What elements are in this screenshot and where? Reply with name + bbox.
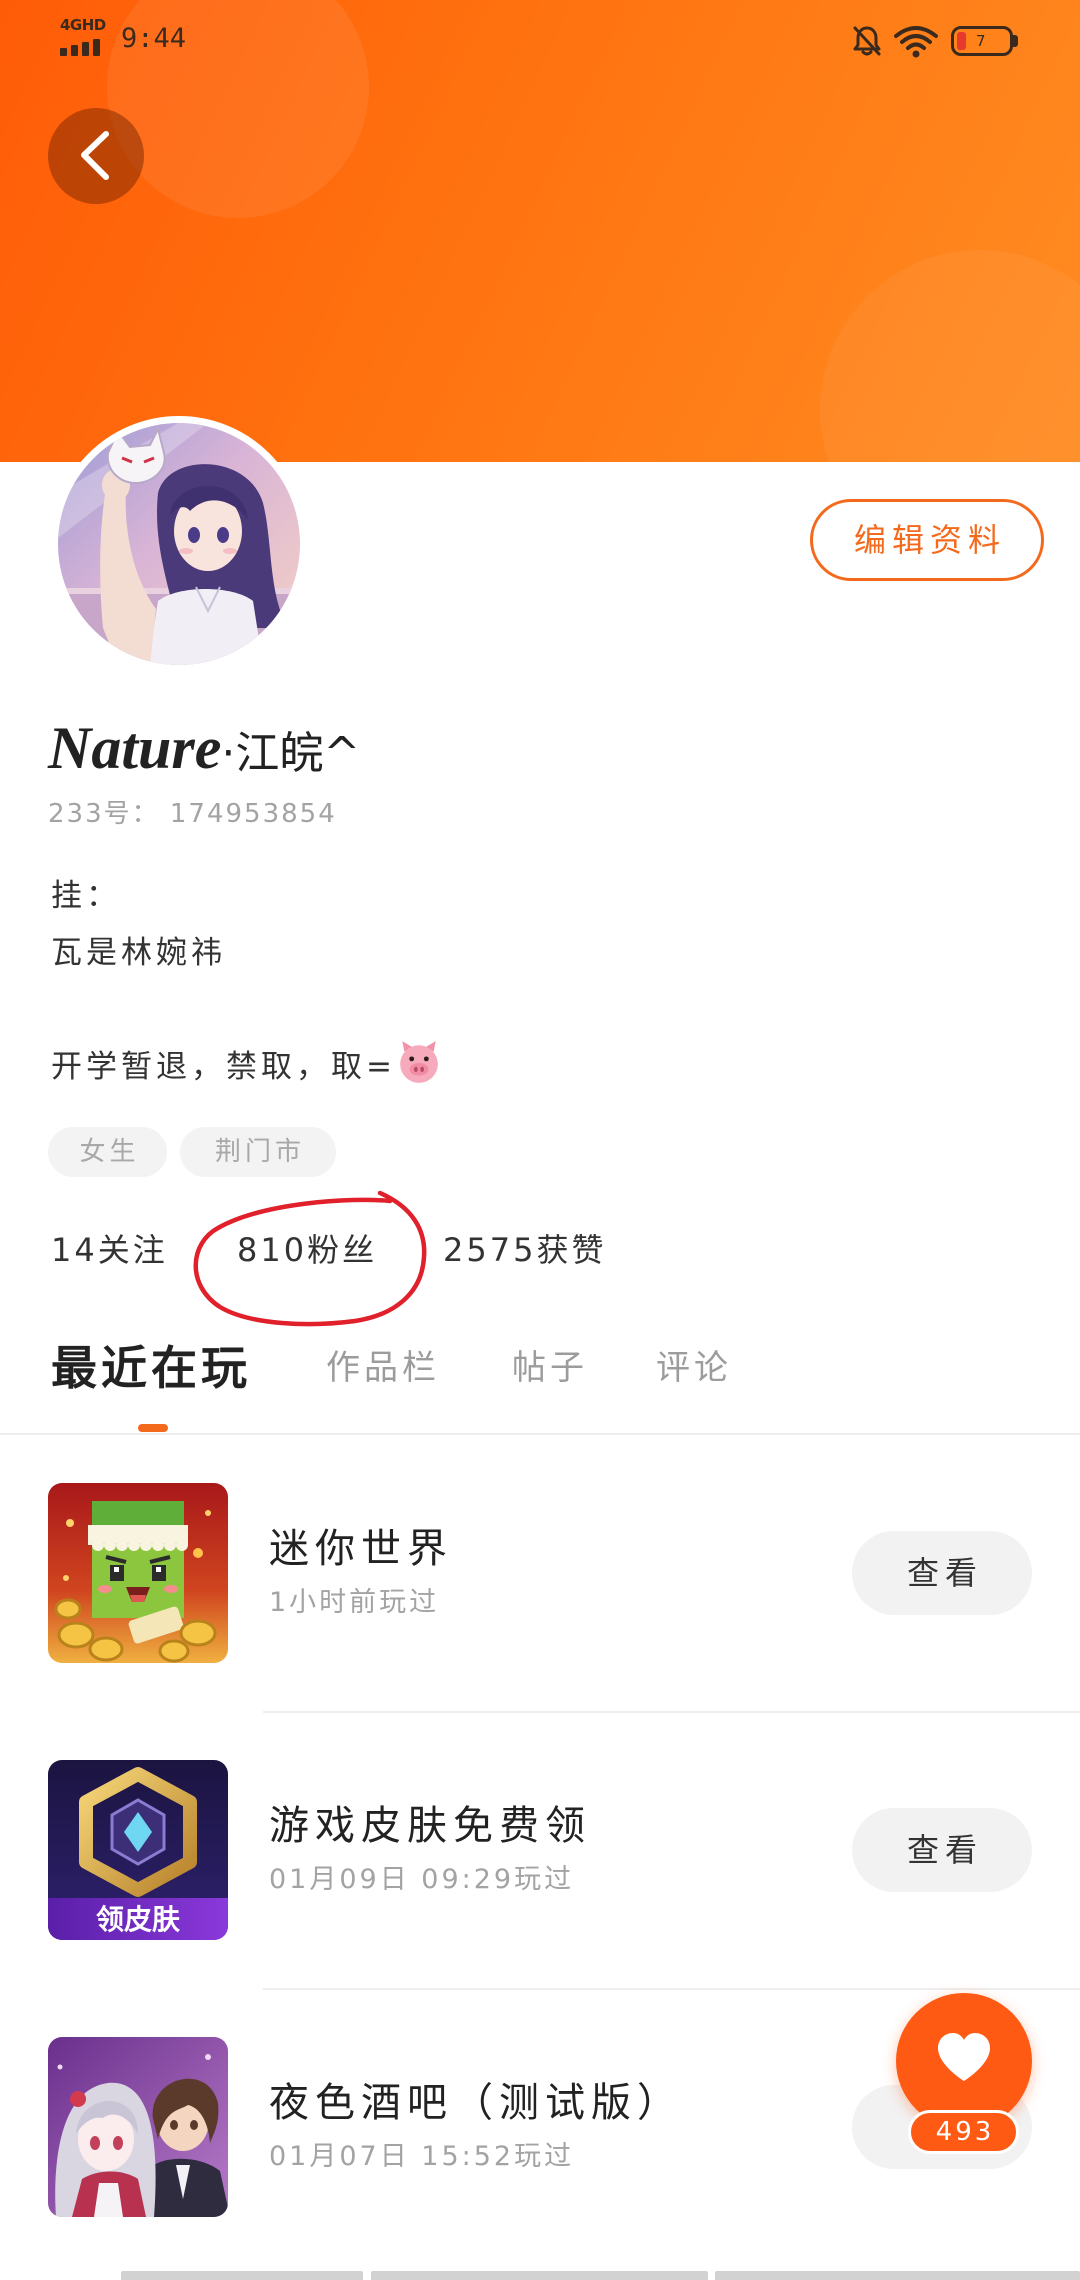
stat-count: 2575 — [443, 1231, 537, 1269]
tab-comments[interactable]: 评论 — [656, 1346, 732, 1390]
stat-following[interactable]: 14关注 — [51, 1228, 168, 1272]
profile-name-latin: Nature — [48, 715, 222, 781]
mini-world-game-icon — [48, 1483, 228, 1663]
game-played-time: 01月09日 09:29玩过 — [269, 1864, 575, 1895]
game-title: 迷你世界 — [269, 1526, 453, 1572]
battery-level-text: 7 — [976, 32, 986, 50]
night-bar-game-icon — [48, 2037, 228, 2217]
profile-bio: 挂： 瓦是林婉祎 开学暂退，禁取，取= — [51, 868, 951, 1096]
chevron-left-icon — [81, 131, 109, 180]
heart-icon — [938, 2033, 990, 2081]
battery-icon: 7 — [951, 26, 1013, 56]
active-tab-indicator — [138, 1424, 168, 1432]
stat-count: 14 — [51, 1231, 98, 1269]
red-hand-drawn-circle-annotation — [193, 1190, 427, 1327]
bio-line: 瓦是林婉祎 — [51, 935, 226, 971]
battery-nub — [1013, 35, 1018, 47]
back-button[interactable] — [48, 108, 144, 204]
view-button[interactable]: 查看 — [852, 1808, 1032, 1892]
bio-line-text: 开学暂退，禁取，取= — [51, 1049, 396, 1085]
tab-recent-played[interactable]: 最近在玩 — [51, 1340, 251, 1396]
bottom-bar-segment — [715, 2271, 1080, 2280]
floating-like-button[interactable] — [896, 1993, 1032, 2129]
game-list-item[interactable]: 领皮肤 游戏皮肤免费领 01月09日 09:29玩过 查看 — [0, 1713, 1080, 1990]
stat-label: 关注 — [97, 1231, 168, 1269]
tab-works[interactable]: 作品栏 — [326, 1346, 440, 1390]
game-icon-text: 领皮肤 — [96, 1903, 181, 1936]
tab-posts[interactable]: 帖子 — [512, 1346, 588, 1390]
game-title: 游戏皮肤免费领 — [269, 1803, 591, 1849]
bio-line-with-emoji: 开学暂退，禁取，取= — [51, 1039, 951, 1096]
user-id: 233号： 174953854 — [48, 799, 337, 829]
status-time: 9:44 — [121, 23, 187, 54]
tag-gender: 女生 — [48, 1127, 167, 1177]
tabs-divider — [0, 1433, 1080, 1435]
profile-name: Nature·江皖^ — [48, 712, 360, 784]
anime-girl-avatar — [58, 423, 300, 665]
pig-face-emoji-icon — [400, 1041, 438, 1083]
bottom-bar-segment — [121, 2271, 363, 2280]
stat-likes[interactable]: 2575获赞 — [443, 1228, 606, 1272]
tag-location: 荆门市 — [180, 1127, 336, 1177]
free-skin-game-icon: 领皮肤 — [48, 1760, 228, 1940]
bio-line: 挂： — [51, 878, 121, 914]
wifi-icon — [894, 26, 938, 58]
profile-header-banner: 4GHD 9:44 7 — [0, 0, 1080, 462]
signal-bars-icon — [60, 36, 106, 56]
header-decoration — [820, 250, 1080, 462]
view-button[interactable]: 查看 — [852, 1531, 1032, 1615]
network-type: 4GHD — [60, 16, 106, 34]
avatar[interactable] — [51, 416, 307, 672]
game-played-time: 01月07日 15:52玩过 — [269, 2141, 575, 2172]
bell-slash-icon — [853, 26, 881, 56]
game-list-item[interactable]: 迷你世界 1小时前玩过 查看 — [0, 1436, 1080, 1713]
profile-name-rest: ·江皖^ — [221, 728, 361, 779]
bottom-bar-segment — [371, 2271, 708, 2280]
game-played-time: 1小时前玩过 — [269, 1587, 440, 1618]
stat-label: 获赞 — [536, 1231, 607, 1269]
game-title: 夜色酒吧（测试版） — [269, 2080, 683, 2126]
edit-profile-button[interactable]: 编辑资料 — [810, 499, 1044, 581]
like-count-badge: 493 — [908, 2110, 1019, 2154]
battery-level-fill — [957, 32, 966, 50]
